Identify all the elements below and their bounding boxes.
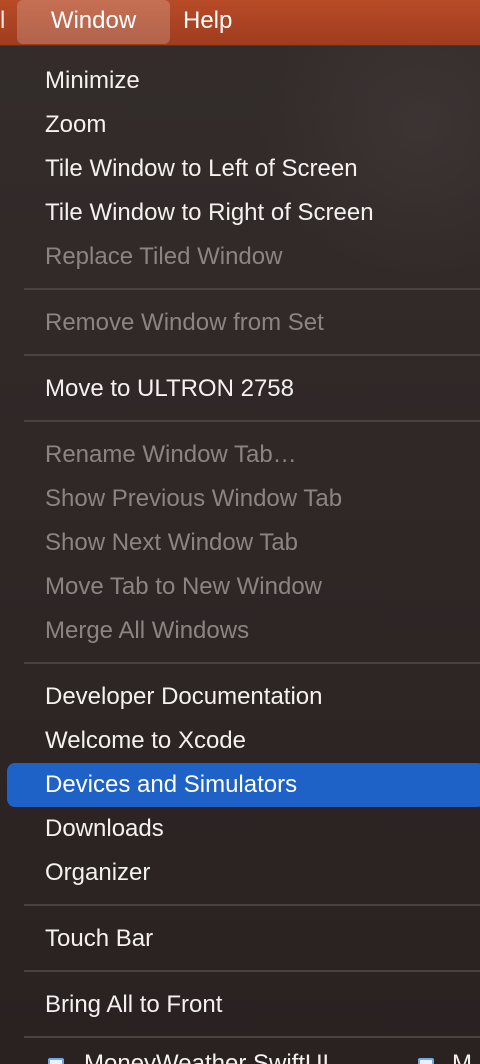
menu-item-tile-right[interactable]: Tile Window to Right of Screen xyxy=(7,191,480,235)
menu-item-devices-and-simulators[interactable]: Devices and Simulators xyxy=(7,763,480,807)
menu-item-zoom[interactable]: Zoom xyxy=(7,103,480,147)
menu-bar-edge-fragment: l xyxy=(0,7,6,34)
open-window-item[interactable]: M xyxy=(452,1050,472,1064)
open-window-item[interactable]: MoneyWeather SwiftUI xyxy=(84,1050,329,1064)
menu-separator xyxy=(24,970,480,972)
menu-item-touch-bar[interactable]: Touch Bar xyxy=(7,917,480,961)
menu-bar: l Window Help xyxy=(0,0,480,46)
menu-item-downloads[interactable]: Downloads xyxy=(7,807,480,851)
menu-item-replace-tiled-window: Replace Tiled Window xyxy=(45,243,283,270)
menu-separator xyxy=(24,354,480,356)
menu-item-tile-left[interactable]: Tile Window to Left of Screen xyxy=(7,147,480,191)
menu-item-rename-window-tab: Rename Window Tab… xyxy=(45,441,297,468)
menu-separator xyxy=(24,288,480,290)
menu-item-move-to-display[interactable]: Move to ULTRON 2758 xyxy=(7,367,480,411)
menu-item-merge-all-windows: Merge All Windows xyxy=(45,617,250,644)
menu-item-welcome-to-xcode[interactable]: Welcome to Xcode xyxy=(7,719,480,763)
window-menu-dropdown: Minimize Zoom Tile Window to Left of Scr… xyxy=(0,46,480,1064)
menu-item-move-tab-to-new-window: Move Tab to New Window xyxy=(45,573,323,600)
menu-item-organizer[interactable]: Organizer xyxy=(7,851,480,895)
document-icon xyxy=(48,1058,64,1064)
open-window-list: MoneyWeather SwiftUI M xyxy=(0,1036,480,1064)
document-icon xyxy=(418,1058,434,1064)
menu-item-developer-documentation[interactable]: Developer Documentation xyxy=(7,675,480,719)
menu-item-minimize[interactable]: Minimize xyxy=(7,59,480,103)
menu-bar-help[interactable]: Help xyxy=(183,0,232,44)
menu-bar-window[interactable]: Window xyxy=(17,0,170,44)
menu-separator xyxy=(24,904,480,906)
menu-item-remove-window-from-set: Remove Window from Set xyxy=(45,309,324,336)
menu-item-show-previous-window-tab: Show Previous Window Tab xyxy=(45,485,343,512)
menu-separator xyxy=(24,662,480,664)
menu-separator xyxy=(24,420,480,422)
menu-item-show-next-window-tab: Show Next Window Tab xyxy=(45,529,299,556)
menu-item-bring-all-to-front[interactable]: Bring All to Front xyxy=(7,983,480,1027)
